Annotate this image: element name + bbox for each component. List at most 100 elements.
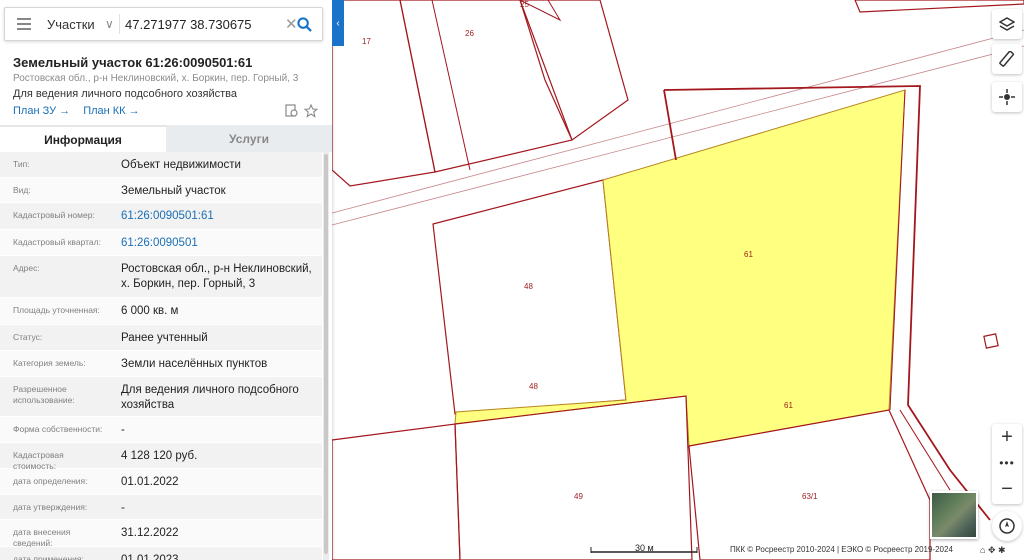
- table-row: Кадастровый квартал: 61:26:0090501: [0, 230, 322, 256]
- table-row: Категория земель: Земли населённых пункто…: [0, 351, 322, 377]
- zoom-out-button[interactable]: −: [992, 476, 1022, 502]
- row-key: Статус:: [13, 332, 43, 342]
- row-value: 31.12.2022: [121, 527, 179, 539]
- document-icon[interactable]: [285, 104, 299, 118]
- layers-icon: [999, 17, 1015, 31]
- row-key: дата утверждения:: [13, 502, 88, 512]
- parcel-label: 48: [524, 282, 533, 291]
- row-key: Кадастровая стоимость:: [13, 450, 64, 471]
- search-bar: Участки ∨ ✕: [4, 7, 323, 41]
- tab-services[interactable]: Услуги: [166, 125, 332, 152]
- row-key: Форма собственности:: [13, 424, 103, 434]
- parcel-26: [399, 0, 573, 173]
- row-key: дата определения:: [13, 476, 88, 486]
- table-row: Форма собственности: -: [0, 417, 322, 443]
- parcel-label: 17: [362, 37, 371, 46]
- row-value: 4 128 120 руб.: [121, 450, 198, 462]
- cadastral-quarter-link[interactable]: 61:26:0090501: [108, 230, 322, 255]
- compass-button[interactable]: [992, 511, 1022, 541]
- parcel-small-square: [983, 333, 999, 349]
- row-value: 01.01.2023: [121, 554, 179, 560]
- row-key: Адрес:: [13, 263, 40, 273]
- info-tabs: Информация Услуги: [0, 125, 332, 152]
- table-row: Статус: Ранее учтенный: [0, 325, 322, 351]
- row-key: Площадь уточненная:: [13, 305, 100, 315]
- row-value: -: [121, 424, 125, 436]
- cadastral-number-link[interactable]: 61:26:0090501:61: [108, 203, 322, 229]
- move-icon[interactable]: ✥: [988, 545, 996, 555]
- table-row: Вид: Земельный участок: [0, 178, 322, 203]
- parcel-48: [432, 179, 627, 415]
- bottom-icons: ⌂ ✥ ✱: [980, 545, 1006, 556]
- row-key: Тип:: [13, 159, 30, 169]
- parcel-17: [331, 0, 436, 187]
- table-row: Адрес: Ростовская обл., р-н Неклиновский,…: [0, 256, 322, 298]
- panel-scrollbar[interactable]: [323, 152, 329, 560]
- parcel-26-adj: [519, 0, 629, 141]
- basemap-toggle[interactable]: [930, 491, 978, 539]
- parcel-label: 26: [465, 29, 474, 38]
- layers-button[interactable]: [992, 9, 1022, 39]
- row-value: Земли населённых пунктов: [121, 358, 268, 370]
- scrollbar-thumb[interactable]: [324, 154, 328, 554]
- chevron-down-icon[interactable]: ∨: [105, 17, 114, 31]
- row-value: -: [121, 502, 125, 514]
- row-key: Категория земель:: [13, 358, 86, 368]
- chevron-left-icon: ‹: [336, 17, 340, 29]
- search-input[interactable]: [125, 17, 275, 32]
- zoom-controls: + ••• −: [992, 424, 1022, 504]
- measure-button[interactable]: [992, 44, 1022, 74]
- search-button[interactable]: [286, 8, 322, 40]
- row-key: Кадастровый номер:: [13, 210, 95, 220]
- collapse-panel-button[interactable]: ‹: [332, 0, 344, 46]
- more-icon[interactable]: •••: [992, 450, 1022, 476]
- row-key: дата внесения сведений:: [13, 527, 71, 548]
- plan-kk-link[interactable]: План КК →: [83, 105, 139, 117]
- plan-links: План ЗУ → План КК →: [13, 105, 150, 117]
- row-value: Для ведения личного подсобного хозяйства: [121, 384, 299, 411]
- object-address: Ростовская обл., р-н Неклиновский, х. Бо…: [13, 73, 299, 84]
- star-icon[interactable]: [304, 104, 318, 118]
- layer-select[interactable]: Участки: [47, 17, 95, 32]
- parcel-label: 61: [744, 250, 753, 259]
- parcel-49: [454, 395, 693, 560]
- row-key: Вид:: [13, 185, 31, 195]
- parcel-label: 25: [520, 0, 529, 9]
- plan-zu-link[interactable]: План ЗУ →: [13, 105, 70, 117]
- attributes-table: Тип: Объект недвижимости Вид: Земельный уч…: [0, 152, 322, 560]
- row-key: Кадастровый квартал:: [13, 237, 101, 247]
- table-row: Кадастровый номер: 61:26:0090501:61: [0, 203, 322, 230]
- row-value: Объект недвижимости: [121, 159, 241, 171]
- table-row: дата определения: 01.01.2022: [0, 469, 322, 495]
- tab-info[interactable]: Информация: [0, 125, 166, 152]
- table-row: дата утверждения: -: [0, 495, 322, 520]
- object-title: Земельный участок 61:26:0090501:61: [13, 55, 253, 70]
- row-value: Земельный участок: [121, 185, 226, 197]
- table-row: Площадь уточненная: 6 000 кв. м: [0, 298, 322, 325]
- row-value: Ростовская обл., р-н Неклиновский, х. Бо…: [121, 263, 312, 290]
- table-row: Кадастровая стоимость: 4 128 120 руб.: [0, 443, 322, 471]
- compass-icon: [999, 518, 1015, 534]
- crosshair-icon: [999, 89, 1015, 105]
- table-row: дата применения: 01.01.2023: [0, 547, 322, 560]
- parcel-label: 61: [784, 401, 793, 410]
- zoom-in-button[interactable]: +: [992, 424, 1022, 450]
- home-icon[interactable]: ⌂: [980, 545, 985, 555]
- locate-button[interactable]: [992, 82, 1022, 112]
- settings-icon[interactable]: ✱: [998, 545, 1006, 555]
- table-row: Разрешенное использование: Для ведения ли…: [0, 377, 322, 417]
- row-value: 6 000 кв. м: [121, 305, 179, 317]
- parcel-label: 48: [529, 382, 538, 391]
- parcel-bottom-left: [331, 423, 461, 560]
- row-key: Разрешенное использование:: [13, 384, 75, 405]
- copyright-text: ПКК © Росреестр 2010-2024 | ЕЭКО © Росре…: [730, 545, 953, 554]
- row-value: Ранее учтенный: [121, 332, 208, 344]
- ruler-icon: [999, 51, 1015, 67]
- table-row: Тип: Объект недвижимости: [0, 152, 322, 178]
- parcel-label: 49: [574, 492, 583, 501]
- search-icon: [296, 16, 312, 32]
- menu-icon[interactable]: [17, 18, 31, 30]
- row-value: 01.01.2022: [121, 476, 179, 488]
- object-use: Для ведения личного подсобного хозяйства: [13, 88, 237, 100]
- parcel-label: 63/1: [802, 492, 818, 501]
